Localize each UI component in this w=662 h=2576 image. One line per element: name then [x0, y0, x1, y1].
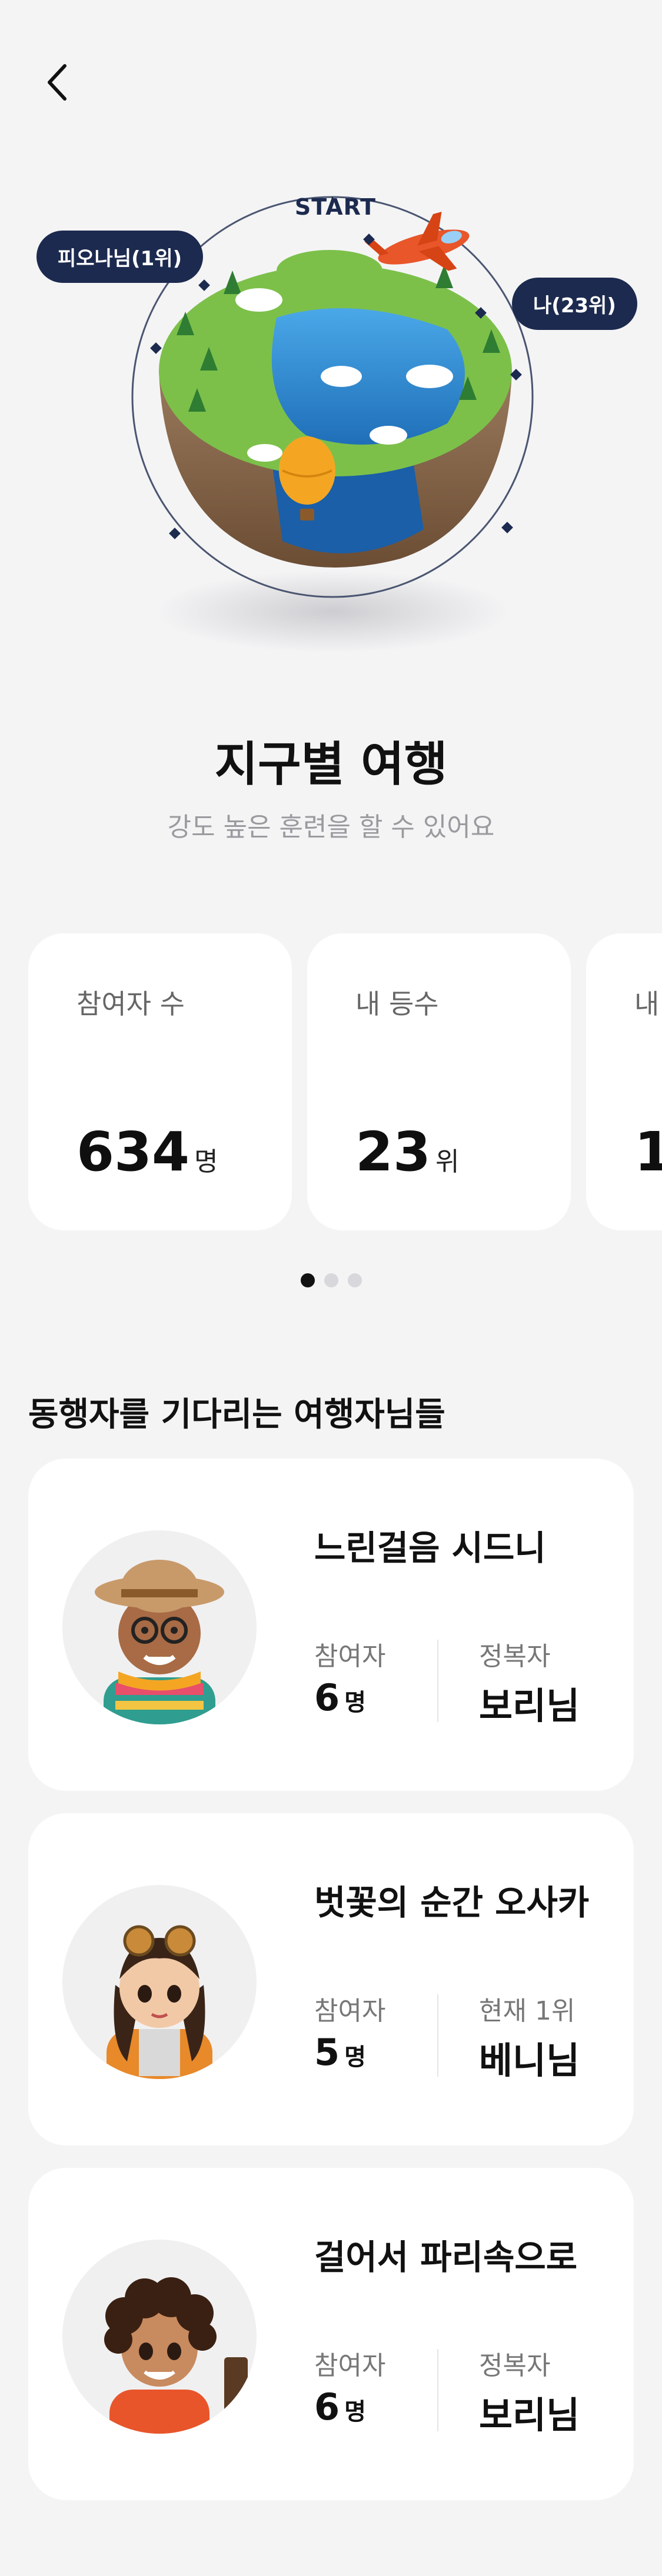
trip-card[interactable]: 걸어서 파리속으로 참여자 6명 정복자 보리님: [28, 2168, 634, 2500]
pager-dot[interactable]: [347, 1273, 362, 1287]
trip-card[interactable]: 벗꽃의 순간 오사카 참여자 5명 현재 1위 베니님: [28, 1813, 634, 2145]
stat-value: 23 위: [355, 1120, 460, 1183]
status-value: 베니님: [479, 2039, 580, 2082]
status-label: 현재 1위: [479, 1996, 575, 2026]
stat-value: 1: [634, 1120, 662, 1183]
participants-label: 참여자: [314, 1996, 386, 2026]
participants-label: 참여자: [314, 1641, 386, 1671]
pager-dot[interactable]: [324, 1273, 338, 1287]
participants-value: 6명: [314, 2385, 366, 2428]
trip-card[interactable]: 느린걸음 시드니 참여자 6명 정복자 보리님: [28, 1459, 634, 1791]
participants-value: 6명: [314, 1676, 366, 1719]
status-value: 보리님: [479, 1684, 580, 1727]
trip-title: 벗꽃의 순간 오사카: [314, 1883, 590, 1923]
avatar: [62, 2240, 257, 2434]
my-rank-pill: 나(23위): [512, 278, 637, 330]
status-value: 보리님: [479, 2394, 580, 2437]
trip-title: 느린걸음 시드니: [314, 1528, 546, 1568]
divider: [437, 2349, 438, 2431]
divider: [437, 1640, 438, 1722]
leader-pill: 피오나님(1위): [36, 231, 204, 283]
chevron-left-icon: [48, 64, 66, 101]
participants-value: 5명: [314, 2031, 366, 2074]
stat-label: 내 등수: [355, 988, 439, 1020]
avatar: [62, 1885, 257, 2079]
pager-dot[interactable]: [300, 1273, 315, 1287]
stat-card-participants[interactable]: 참여자 수 634 명: [28, 933, 292, 1230]
stat-card-partial[interactable]: 내 1: [586, 933, 662, 1230]
carousel-pager[interactable]: [0, 1273, 662, 1287]
avatar: [62, 1530, 257, 1724]
stat-label: 내: [634, 988, 660, 1020]
stat-card-my-rank[interactable]: 내 등수 23 위: [307, 933, 571, 1230]
status-label: 정복자: [479, 2351, 551, 2381]
stat-label: 참여자 수: [76, 988, 185, 1020]
back-button[interactable]: [34, 59, 81, 106]
page-title: 지구별 여행: [214, 737, 448, 792]
status-label: 정복자: [479, 1641, 551, 1671]
start-label: START: [294, 194, 377, 220]
participants-label: 참여자: [314, 2351, 386, 2381]
divider: [437, 1994, 438, 2077]
stat-value: 634 명: [76, 1120, 218, 1183]
trip-title: 걸어서 파리속으로: [314, 2237, 578, 2277]
page-subtitle: 강도 높은 훈련을 할 수 있어요: [167, 812, 495, 842]
section-title: 동행자를 기다리는 여행자님들: [28, 1396, 445, 1434]
